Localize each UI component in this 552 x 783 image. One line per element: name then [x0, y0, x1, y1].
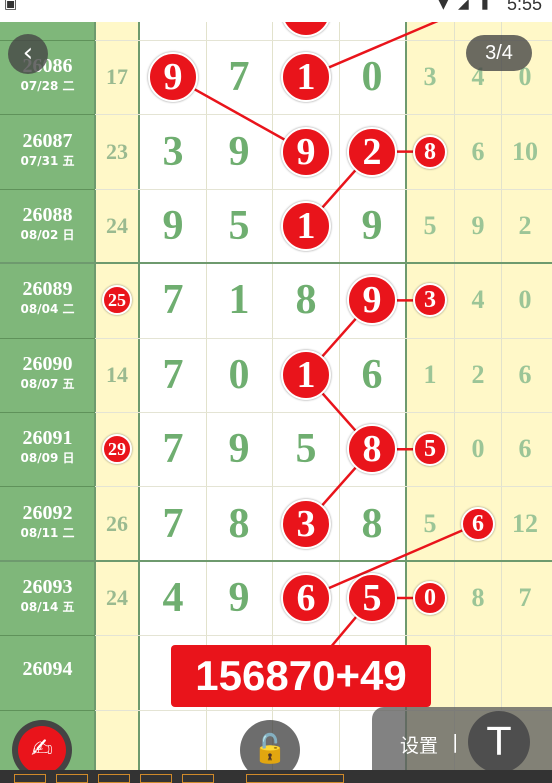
position-value: 10 [512, 136, 538, 166]
issue-number: 26093 [22, 576, 73, 598]
sum-value: 24 [106, 213, 128, 238]
digit: 1 [228, 277, 250, 324]
pen-icon: ✍ [18, 726, 66, 774]
issue-date: 08/09 日 [20, 451, 75, 466]
issue-number: 26091 [22, 427, 73, 450]
position-value: 0 [471, 434, 485, 464]
digit: 6 [361, 351, 383, 398]
position-value: 2 [471, 359, 485, 389]
chart-stage: ▣ ▼ ◢ ▮ 5:55 26086 07/28 二 17 9 7 1 0 3 4 0 26087 0… [0, 0, 552, 783]
position-value: 2 [518, 211, 532, 240]
digit: 9 [361, 203, 383, 249]
digit: 5 [228, 203, 250, 249]
position-value: 5 [423, 508, 437, 538]
text-tool-icon: T [487, 720, 511, 764]
issue-date: 07/31 五 [20, 153, 75, 168]
position-value: 1 [423, 359, 437, 389]
sum-value: 14 [106, 361, 128, 387]
digit-ball: 5 [347, 573, 397, 623]
issue-date: 08/14 五 [20, 600, 75, 614]
position-value: 12 [512, 508, 538, 538]
lock-icon: 🔓 [252, 732, 288, 765]
sum-value: 23 [106, 138, 128, 164]
back-button[interactable]: ‹ [8, 34, 48, 74]
digit: 3 [162, 128, 184, 175]
settings-button[interactable]: 设置 [400, 731, 438, 758]
toolbar-slot[interactable] [56, 774, 88, 783]
position-value: 9 [471, 211, 485, 240]
position-value: 6 [471, 136, 485, 166]
clock: 5:55 [506, 0, 542, 14]
toolbar-slot[interactable] [182, 774, 214, 783]
issue-date: 08/11 二 [20, 525, 75, 540]
position-ball: 6 [461, 506, 495, 541]
digit-ball: 1 [281, 52, 331, 103]
wifi-icon: ▼ [438, 0, 449, 12]
toolbar-slot[interactable] [14, 774, 46, 783]
toolbar-slot[interactable] [98, 774, 130, 783]
digit: 9 [228, 575, 250, 621]
digit: 7 [162, 351, 184, 398]
issue-number: 26089 [22, 278, 73, 301]
sum-value: 26 [106, 510, 128, 536]
sum-value: 24 [106, 585, 128, 610]
issue-date: 08/04 二 [20, 302, 75, 317]
position-value: 4 [471, 285, 485, 315]
position-value: 6 [518, 434, 532, 464]
digit: 8 [228, 500, 250, 547]
toolbar-slot[interactable] [140, 774, 172, 783]
toolbar-slot[interactable] [246, 774, 344, 783]
digit-ball: 3 [281, 498, 331, 549]
sum-value: 17 [106, 64, 128, 90]
digit: 4 [162, 575, 184, 621]
position-value: 7 [518, 583, 532, 612]
digit: 0 [361, 54, 383, 101]
issue-date: 08/07 五 [20, 376, 75, 391]
page-indicator: 3/4 [466, 35, 532, 71]
status-bar: ▣ ▼ ◢ ▮ 5:55 [0, 0, 552, 22]
digit-ball: 6 [281, 573, 331, 623]
issue-date: 08/02 日 [20, 228, 75, 242]
position-ball: 8 [413, 134, 447, 169]
digit: 9 [228, 128, 250, 175]
battery-icon: ▮ [481, 0, 489, 12]
digit-ball: 8 [347, 424, 397, 475]
digit: 0 [228, 351, 250, 398]
issue-number: 26090 [22, 352, 73, 375]
position-value: 3 [423, 62, 437, 92]
toolbar-separator: | [452, 731, 459, 753]
chevron-left-icon: ‹ [22, 38, 34, 68]
digit: 7 [162, 277, 184, 324]
digit-ball: 9 [148, 52, 198, 103]
position-value: 6 [518, 359, 532, 389]
issue-number: 26092 [22, 501, 73, 524]
digit: 9 [228, 426, 250, 473]
position-ball: 5 [413, 432, 447, 467]
issue-number: 26088 [22, 204, 73, 226]
signal-icon: ◢ [458, 0, 469, 12]
digit: 9 [162, 203, 184, 249]
position-value: 8 [471, 583, 485, 612]
sum-ball: 29 [102, 434, 132, 465]
digit-ball: 1 [281, 201, 331, 251]
position-ball: 0 [413, 581, 447, 615]
digit: 8 [361, 500, 383, 547]
prediction-banner: 156870+49 [171, 645, 431, 707]
text-tool-button[interactable]: T [468, 711, 530, 773]
issue-number: 26094 [22, 658, 73, 681]
digit: 7 [162, 500, 184, 547]
digit-ball: 2 [347, 126, 397, 177]
digit: 5 [295, 426, 317, 473]
digit-ball: 9 [281, 126, 331, 177]
bottom-toolbar [0, 770, 552, 783]
issue-number: 26087 [22, 129, 73, 152]
position-value: 0 [518, 285, 532, 315]
notification-icon: ▣ [4, 0, 18, 12]
digit: 7 [162, 426, 184, 473]
issue-date: 07/28 二 [20, 79, 75, 94]
digit: 7 [228, 54, 250, 101]
digit-ball: 1 [281, 349, 331, 400]
digit: 8 [295, 277, 317, 324]
position-value: 5 [423, 211, 437, 240]
